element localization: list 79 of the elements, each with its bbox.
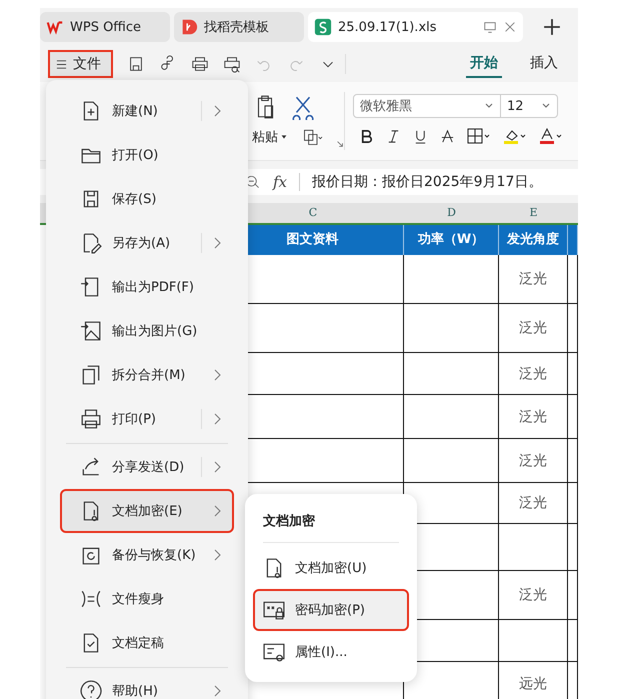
menu-item[interactable]: 帮助(H) <box>60 669 234 699</box>
menu-item[interactable]: 输出为PDF(F) <box>60 265 234 309</box>
table-cell: 泛光 <box>499 255 568 304</box>
split-merge-icon <box>80 364 102 386</box>
slim-file-icon <box>80 588 102 610</box>
table-cell <box>568 483 578 524</box>
menu-item[interactable]: 文档加密(E) <box>60 489 234 533</box>
properties-icon <box>263 641 285 663</box>
menu-item[interactable]: 打印(P) <box>60 397 234 441</box>
formula-input[interactable]: 报价日期：报价日2025年9月17日。 <box>312 173 542 191</box>
submenu-title: 文档加密 <box>263 512 316 530</box>
menu-item[interactable]: 备份与恢复(K) <box>60 533 234 577</box>
save-icon[interactable] <box>127 55 145 73</box>
table-cell <box>568 571 578 620</box>
font-select[interactable]: 微软雅黑 <box>353 94 501 118</box>
paste-button[interactable]: 粘贴 <box>252 128 278 146</box>
window-icon[interactable] <box>483 20 497 34</box>
table-cell: 泛光 <box>499 483 568 524</box>
borders-icon[interactable] <box>467 128 491 144</box>
menu-icon <box>56 58 67 70</box>
submenu-item[interactable]: 文档加密(U) <box>253 547 409 589</box>
menu-item[interactable]: 新建(N) <box>60 89 234 133</box>
menu-item[interactable]: 分享发送(D) <box>60 445 234 489</box>
italic-icon[interactable] <box>386 128 401 144</box>
caret-icon[interactable] <box>280 133 288 141</box>
print-icon[interactable] <box>191 55 209 73</box>
table-cell: 远光 <box>499 662 568 699</box>
table-cell <box>568 620 578 662</box>
table-cell <box>568 304 578 353</box>
fill-color-icon[interactable] <box>503 128 527 144</box>
menu-item[interactable]: 拆分合并(M) <box>60 353 234 397</box>
close-icon[interactable] <box>503 20 517 34</box>
table-header-cell <box>568 225 578 255</box>
submenu-item[interactable]: 属性(I)... <box>253 631 409 673</box>
table-header-cell: 发光角度 <box>499 225 568 255</box>
table-cell: 泛光 <box>499 439 568 483</box>
spreadsheet-icon <box>314 18 332 36</box>
table-cell <box>568 255 578 304</box>
underline-icon[interactable] <box>413 128 428 144</box>
table-cell <box>499 620 568 662</box>
font-size-select[interactable]: 12 <box>501 94 558 118</box>
font-color-icon[interactable] <box>539 128 563 144</box>
document-tab[interactable]: 找稻壳模板 <box>174 12 304 42</box>
table-cell: 泛光 <box>499 571 568 620</box>
zoom-icon[interactable] <box>245 174 261 190</box>
strikethrough-icon[interactable] <box>440 128 455 144</box>
column-header[interactable]: D <box>404 203 499 223</box>
table-cell <box>568 353 578 395</box>
ribbon-tab[interactable]: 开始 <box>466 50 502 78</box>
column-header[interactable]: E <box>499 203 568 223</box>
print-preview-icon[interactable] <box>223 55 241 73</box>
dialog-launcher-icon[interactable] <box>336 140 344 148</box>
password-lock-icon <box>263 599 285 621</box>
function-label[interactable]: fx <box>273 173 288 191</box>
table-cell <box>499 524 568 571</box>
menu-item[interactable]: 打开(O) <box>60 133 234 177</box>
table-cell: 泛光 <box>499 353 568 395</box>
bold-icon[interactable] <box>359 128 374 144</box>
help-icon <box>80 680 102 699</box>
table-cell <box>568 395 578 439</box>
menu-item[interactable]: 文件瘦身 <box>60 577 234 621</box>
document-tab[interactable]: WPS Office <box>40 12 170 42</box>
table-cell <box>568 524 578 571</box>
document-tab[interactable]: 25.09.17(1).xls <box>308 12 523 42</box>
menu-item[interactable]: 文档定稿 <box>60 621 234 665</box>
submenu-item[interactable]: 密码加密(P) <box>253 589 409 631</box>
table-cell <box>568 439 578 483</box>
menu-item[interactable]: 保存(S) <box>60 177 234 221</box>
export-image-icon <box>80 320 102 342</box>
menu-item[interactable]: 输出为图片(G) <box>60 309 234 353</box>
add-tab-icon[interactable] <box>543 18 561 36</box>
print-icon <box>80 408 102 430</box>
docer-logo-icon <box>180 18 198 36</box>
ribbon-tab[interactable]: 插入 <box>526 50 562 78</box>
table-header-cell: 功率（W） <box>404 225 499 255</box>
cut-icon[interactable] <box>290 94 316 120</box>
table-cell: 泛光 <box>499 395 568 439</box>
table-cell: 泛光 <box>499 304 568 353</box>
file-menu-button[interactable]: 文件 <box>48 50 113 78</box>
